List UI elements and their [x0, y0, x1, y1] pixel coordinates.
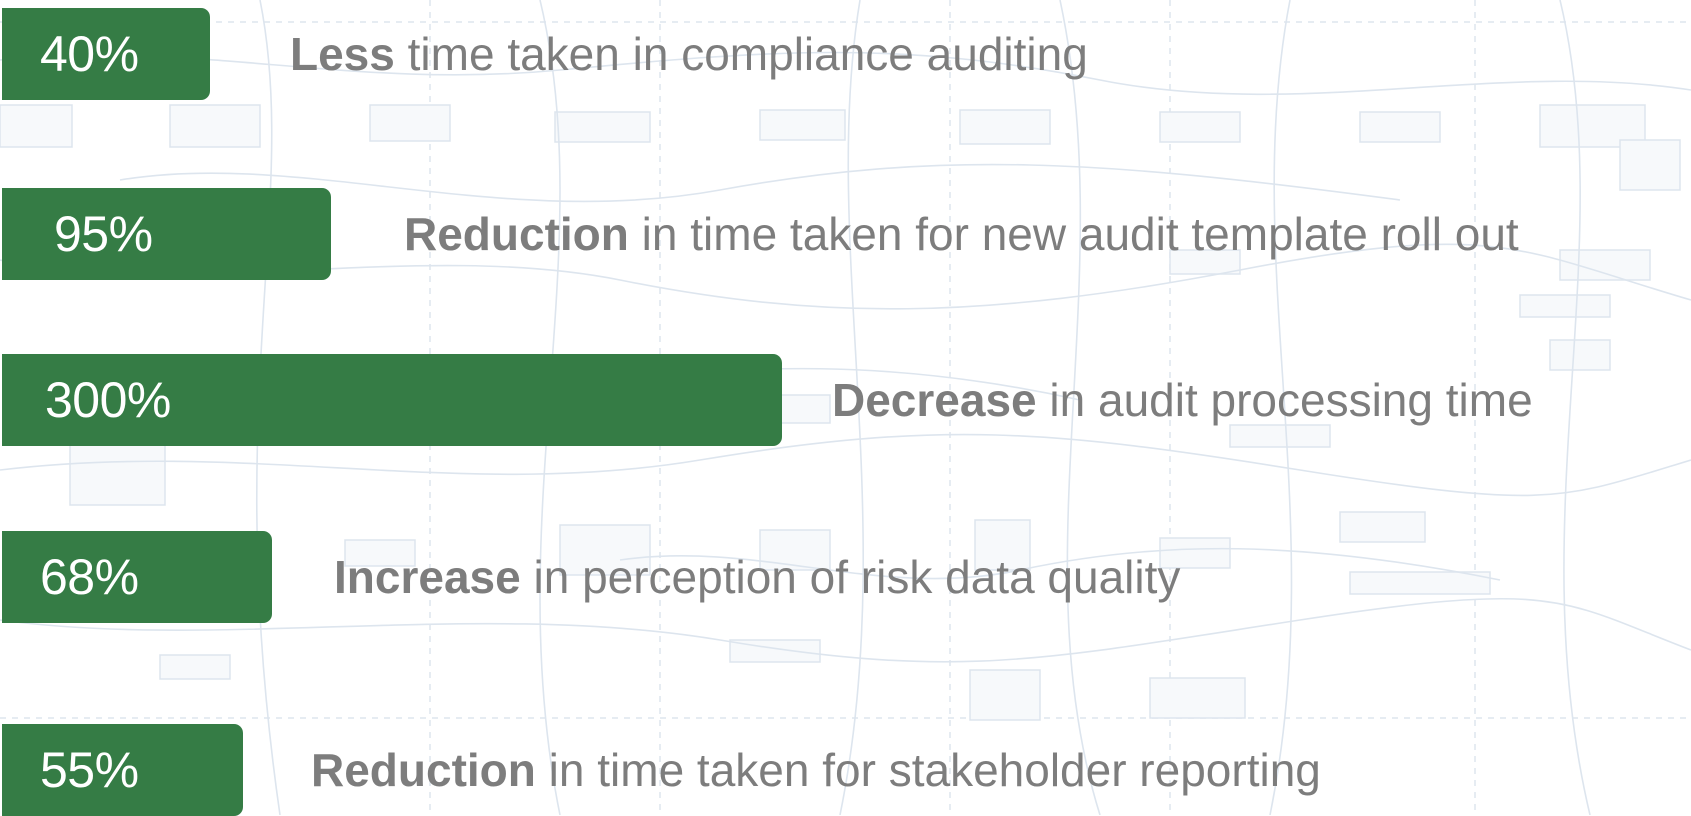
metric-row: 95% Reduction in time taken for new audit…	[0, 188, 1691, 280]
metric-row: 55% Reduction in time taken for stakehold…	[0, 724, 1691, 816]
metric-row: 300% Decrease in audit processing time	[0, 354, 1691, 446]
metric-caption-lead: Increase	[334, 551, 521, 603]
metric-caption-rest: in time taken for stakeholder reporting	[535, 744, 1321, 796]
metric-caption: Reduction in time taken for new audit te…	[404, 188, 1519, 280]
metric-caption-rest: in time taken for new audit template rol…	[628, 208, 1519, 260]
metric-value-label: 40%	[40, 26, 139, 82]
metric-caption-rest: in perception of risk data quality	[520, 551, 1181, 603]
metric-bar	[2, 188, 331, 280]
metric-row: 40% Less time taken in compliance auditin…	[0, 8, 1691, 100]
metric-caption-lead: Reduction	[311, 744, 536, 796]
metric-caption-lead: Reduction	[404, 208, 629, 260]
metric-caption-lead: Less	[290, 28, 395, 80]
metric-caption-rest: in audit processing time	[1036, 374, 1533, 426]
metric-value-label: 68%	[40, 549, 139, 605]
metric-row: 68% Increase in perception of risk data q…	[0, 531, 1691, 623]
metric-value-label: 95%	[54, 206, 153, 262]
metric-caption: Reduction in time taken for stakeholder …	[311, 724, 1321, 816]
metrics-bar-chart: 40% Less time taken in compliance auditin…	[0, 0, 1691, 816]
metric-caption: Less time taken in compliance auditing	[290, 8, 1088, 100]
metric-caption: Increase in perception of risk data qual…	[334, 531, 1180, 623]
metric-value-label: 300%	[45, 372, 171, 428]
metric-caption: Decrease in audit processing time	[832, 354, 1533, 446]
metric-value-label: 55%	[40, 742, 139, 798]
metric-caption-lead: Decrease	[832, 374, 1037, 426]
metric-caption-rest: time taken in compliance auditing	[394, 28, 1088, 80]
